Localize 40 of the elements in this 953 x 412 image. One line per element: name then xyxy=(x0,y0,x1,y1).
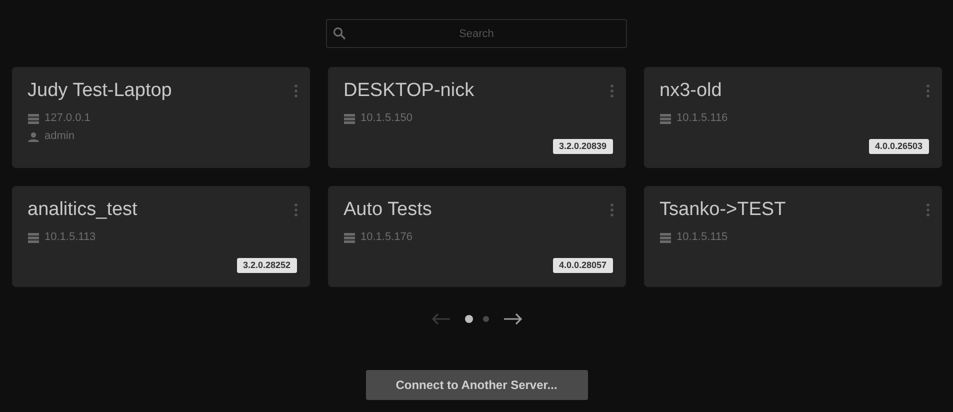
server-card[interactable]: Tsanko->TEST 10.1.5.115 xyxy=(644,186,942,287)
version-badge: 4.0.0.28057 xyxy=(552,258,612,273)
version-badge: 3.2.0.20839 xyxy=(552,139,612,154)
user-icon xyxy=(28,132,38,142)
more-options-icon[interactable] xyxy=(610,203,614,217)
connect-button[interactable]: Connect to Another Server... xyxy=(366,370,588,400)
server-address: 10.1.5.150 xyxy=(360,112,412,125)
server-card[interactable]: Auto Tests 10.1.5.176 4.0.0.28057 xyxy=(328,186,626,287)
server-name: nx3-old xyxy=(660,79,722,103)
next-arrow-icon[interactable] xyxy=(502,313,522,325)
server-card[interactable]: analitics_test 10.1.5.113 3.2.0.28252 xyxy=(12,186,310,287)
server-name: Tsanko->TEST xyxy=(660,198,786,222)
server-icon xyxy=(28,114,38,124)
more-options-icon[interactable] xyxy=(294,84,298,98)
user-name: admin xyxy=(44,130,74,143)
version-badge: 4.0.0.26503 xyxy=(868,139,928,154)
more-options-icon[interactable] xyxy=(294,203,298,217)
server-address: 10.1.5.176 xyxy=(360,231,412,244)
server-icon xyxy=(344,114,354,124)
more-options-icon[interactable] xyxy=(926,203,930,217)
server-address: 127.0.0.1 xyxy=(44,112,90,125)
server-icon xyxy=(660,114,670,124)
version-badge: 3.2.0.28252 xyxy=(236,258,296,273)
search-icon xyxy=(333,27,346,40)
server-icon xyxy=(28,232,38,242)
server-card[interactable]: Judy Test-Laptop 127.0.0.1 admin xyxy=(12,67,310,168)
server-icon xyxy=(344,232,354,242)
server-address: 10.1.5.113 xyxy=(44,231,96,244)
server-address: 10.1.5.115 xyxy=(676,231,728,244)
server-name: analitics_test xyxy=(28,198,138,222)
server-icon xyxy=(660,232,670,242)
more-options-icon[interactable] xyxy=(926,84,930,98)
server-card[interactable]: nx3-old 10.1.5.116 4.0.0.26503 xyxy=(644,67,942,168)
server-card[interactable]: DESKTOP-nick 10.1.5.150 3.2.0.20839 xyxy=(328,67,626,168)
server-name: DESKTOP-nick xyxy=(344,79,474,103)
server-name: Auto Tests xyxy=(344,198,432,222)
server-address: 10.1.5.116 xyxy=(676,112,728,125)
search-field[interactable]: Search xyxy=(326,19,627,48)
server-name: Judy Test-Laptop xyxy=(28,79,172,103)
more-options-icon[interactable] xyxy=(610,84,614,98)
